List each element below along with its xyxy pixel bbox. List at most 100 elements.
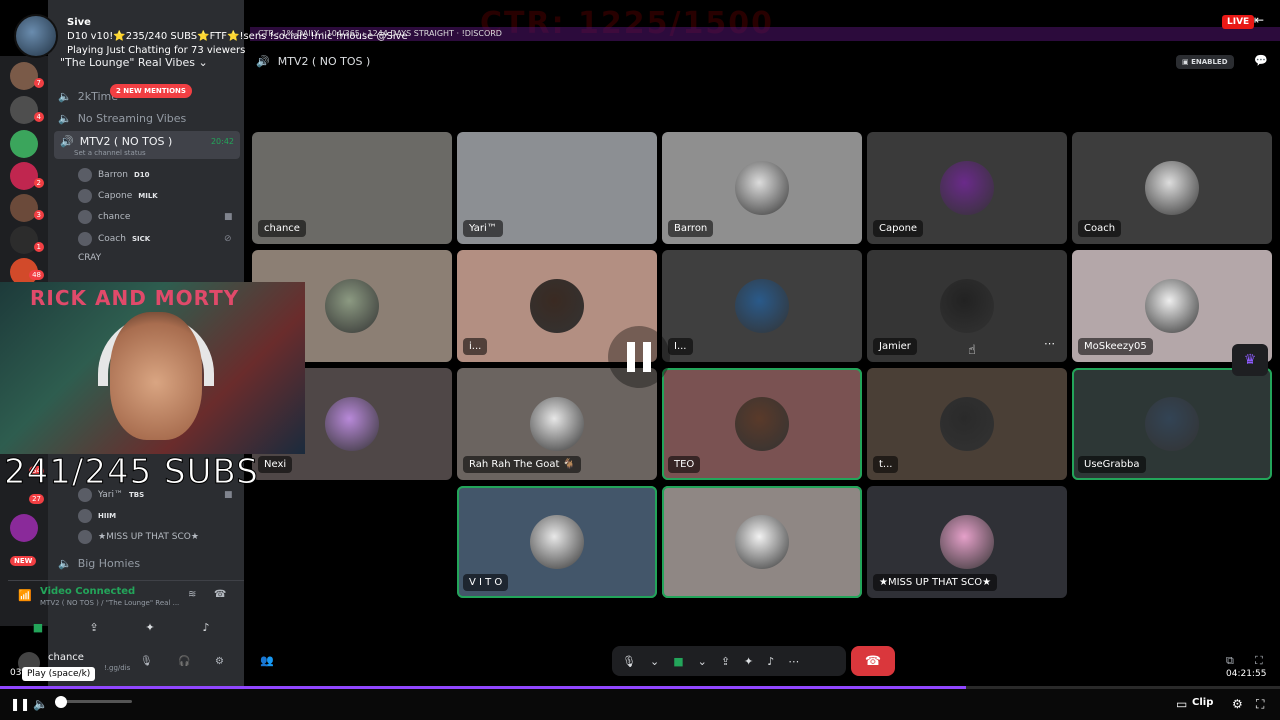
activities-icon[interactable]: ✦ [744,655,753,668]
screenshare-button[interactable]: ⇪ [70,617,118,637]
video-tile-label: V I T O [463,574,509,591]
video-tile[interactable]: Capone [867,132,1067,244]
avatar [78,168,92,182]
microphone-icon[interactable]: 🎙 [140,656,153,667]
hangup-button[interactable]: ☎ [851,646,895,676]
voice-channel[interactable]: 🔈 Big Homies [58,557,140,570]
username[interactable]: chance [48,652,84,663]
settings-icon[interactable]: ⚙ [215,656,224,667]
theatre-icon[interactable]: ▭ [1176,697,1187,711]
popout-icon[interactable]: ⧉ [1226,654,1234,668]
avatar [530,397,584,451]
call-controls: 🎙 ⌄ ■ ⌄ ⇪ ✦ ♪ ⋯ [612,646,846,676]
video-tile[interactable]: t... [867,368,1067,480]
invite-icon[interactable]: 👥 [260,654,274,667]
volume-slider[interactable] [56,700,132,703]
speaker-icon: 🔈 [58,112,72,125]
server-icon[interactable] [10,226,38,254]
disconnect-icon[interactable]: ☎ [214,589,226,600]
volume-icon[interactable]: 🔈 [33,697,48,711]
video-tile[interactable]: Yari™ [457,132,657,244]
video-tile[interactable] [662,486,862,598]
video-tile-label: i... [463,338,488,355]
microphone-icon[interactable]: 🎙 [622,655,636,668]
video-tile-label: I... [668,338,693,355]
chevron-down-icon[interactable]: ⌄ [650,655,659,668]
voice-user-name: Coach [98,234,126,244]
avatar [78,232,92,246]
video-tile[interactable]: UseGrabba [1072,368,1272,480]
voice-user[interactable]: Barron D10 [78,168,150,182]
voice-channel[interactable]: 🔈 No Streaming Vibes [58,112,186,125]
chat-icon[interactable]: 💬 [1254,54,1268,67]
noise-suppression-icon[interactable]: ≋ [188,589,196,600]
streamer-avatar[interactable] [14,14,58,58]
voice-connection-panel: 📶 Video Connected MTV2 ( NO TOS ) / "The… [8,580,244,642]
avatar [735,397,789,451]
soundboard-button[interactable]: ♪ [182,617,230,637]
camera-button[interactable]: ■ [14,617,62,637]
enabled-badge[interactable]: ▣ ENABLED [1176,55,1234,69]
channel-status[interactable]: Set a channel status [60,149,146,157]
server-icon[interactable] [10,514,38,542]
video-tile[interactable]: chance [252,132,452,244]
voice-user[interactable]: ★MISS UP THAT SCO★ [78,530,199,544]
video-tile-label: chance [258,220,306,237]
voice-channel[interactable]: 🔈 2kTime [58,90,118,103]
voice-user[interactable]: HIIM [78,509,116,523]
voice-status-title[interactable]: Video Connected [40,586,135,597]
streamer-name[interactable]: Sive [67,17,91,28]
clip-button[interactable]: Clip [1192,697,1213,708]
active-voice-channel[interactable]: 🔊 MTV2 ( NO TOS ) 20:42 Set a channel st… [54,131,240,159]
video-tile[interactable]: ★MISS UP THAT SCO★ [867,486,1067,598]
pause-overlay-icon[interactable] [608,326,670,388]
server-icon[interactable] [10,96,38,124]
camera-icon[interactable]: ■ [673,655,683,668]
channel-label: No Streaming Vibes [77,112,187,125]
chevron-down-icon[interactable]: ⌄ [698,655,707,668]
video-tile[interactable]: Barron [662,132,862,244]
voice-status-subtitle[interactable]: MTV2 ( NO TOS ) / "The Lounge" Real ... [40,599,179,607]
volume-knob[interactable] [55,696,67,708]
voice-user[interactable]: Coach SICK ⊘ [78,232,232,246]
more-options-icon[interactable]: ⋯ [1044,337,1055,350]
fullscreen-icon[interactable]: ⛶ [1255,654,1263,668]
avatar [940,397,994,451]
crown-icon[interactable]: ♛ [1232,344,1268,376]
streamer-webcam: RICK AND MORTY [0,282,305,454]
server-icon[interactable] [10,62,38,90]
more-options-icon[interactable]: ⋯ [788,655,799,668]
video-tile[interactable]: TEO [662,368,862,480]
voice-user-name: chance [98,212,131,222]
fullscreen-icon[interactable]: ⛶ [1256,697,1264,712]
voice-user-name: ★MISS UP THAT SCO★ [98,532,199,542]
play-pause-icon[interactable]: ❚❚ [10,697,30,711]
soundboard-icon[interactable]: ♪ [767,655,774,668]
avatar [325,279,379,333]
server-icon[interactable] [10,194,38,222]
screenshare-icon[interactable]: ⇪ [721,655,730,668]
voice-user-name: Barron [98,170,128,180]
settings-icon[interactable]: ⚙ [1232,697,1243,711]
video-tile-label: Nexi [258,456,293,473]
notification-badge: 48 [29,270,44,280]
new-servers-badge[interactable]: NEW [10,556,37,566]
new-mentions-pill[interactable]: 2 NEW MENTIONS [110,84,192,98]
server-name[interactable]: "The Lounge" Real Vibes ⌄ [60,56,208,69]
video-tile[interactable]: Coach [1072,132,1272,244]
voice-user[interactable]: chance ■ [78,210,233,224]
server-icon[interactable] [10,130,38,158]
video-tile[interactable]: V I T O [457,486,657,598]
voice-user[interactable]: Capone MILK [78,189,158,203]
server-icon[interactable] [10,162,38,190]
video-tile[interactable]: I... [662,250,862,362]
screen: 7 4 2 3 1 48 54 27 NEW "The Lounge" Real… [0,0,1280,720]
headphones-icon[interactable]: 🎧 [178,656,190,667]
activities-button[interactable]: ✦ [126,617,174,637]
video-tile[interactable]: Jamier ⋯ [867,250,1067,362]
avatar [735,161,789,215]
exit-fullscreen-icon[interactable]: ⇤ [1254,13,1264,27]
video-tile-label: Jamier [873,338,917,355]
play-tooltip: Play (space/k) [22,667,96,681]
voice-user[interactable]: CRAY [78,253,101,263]
